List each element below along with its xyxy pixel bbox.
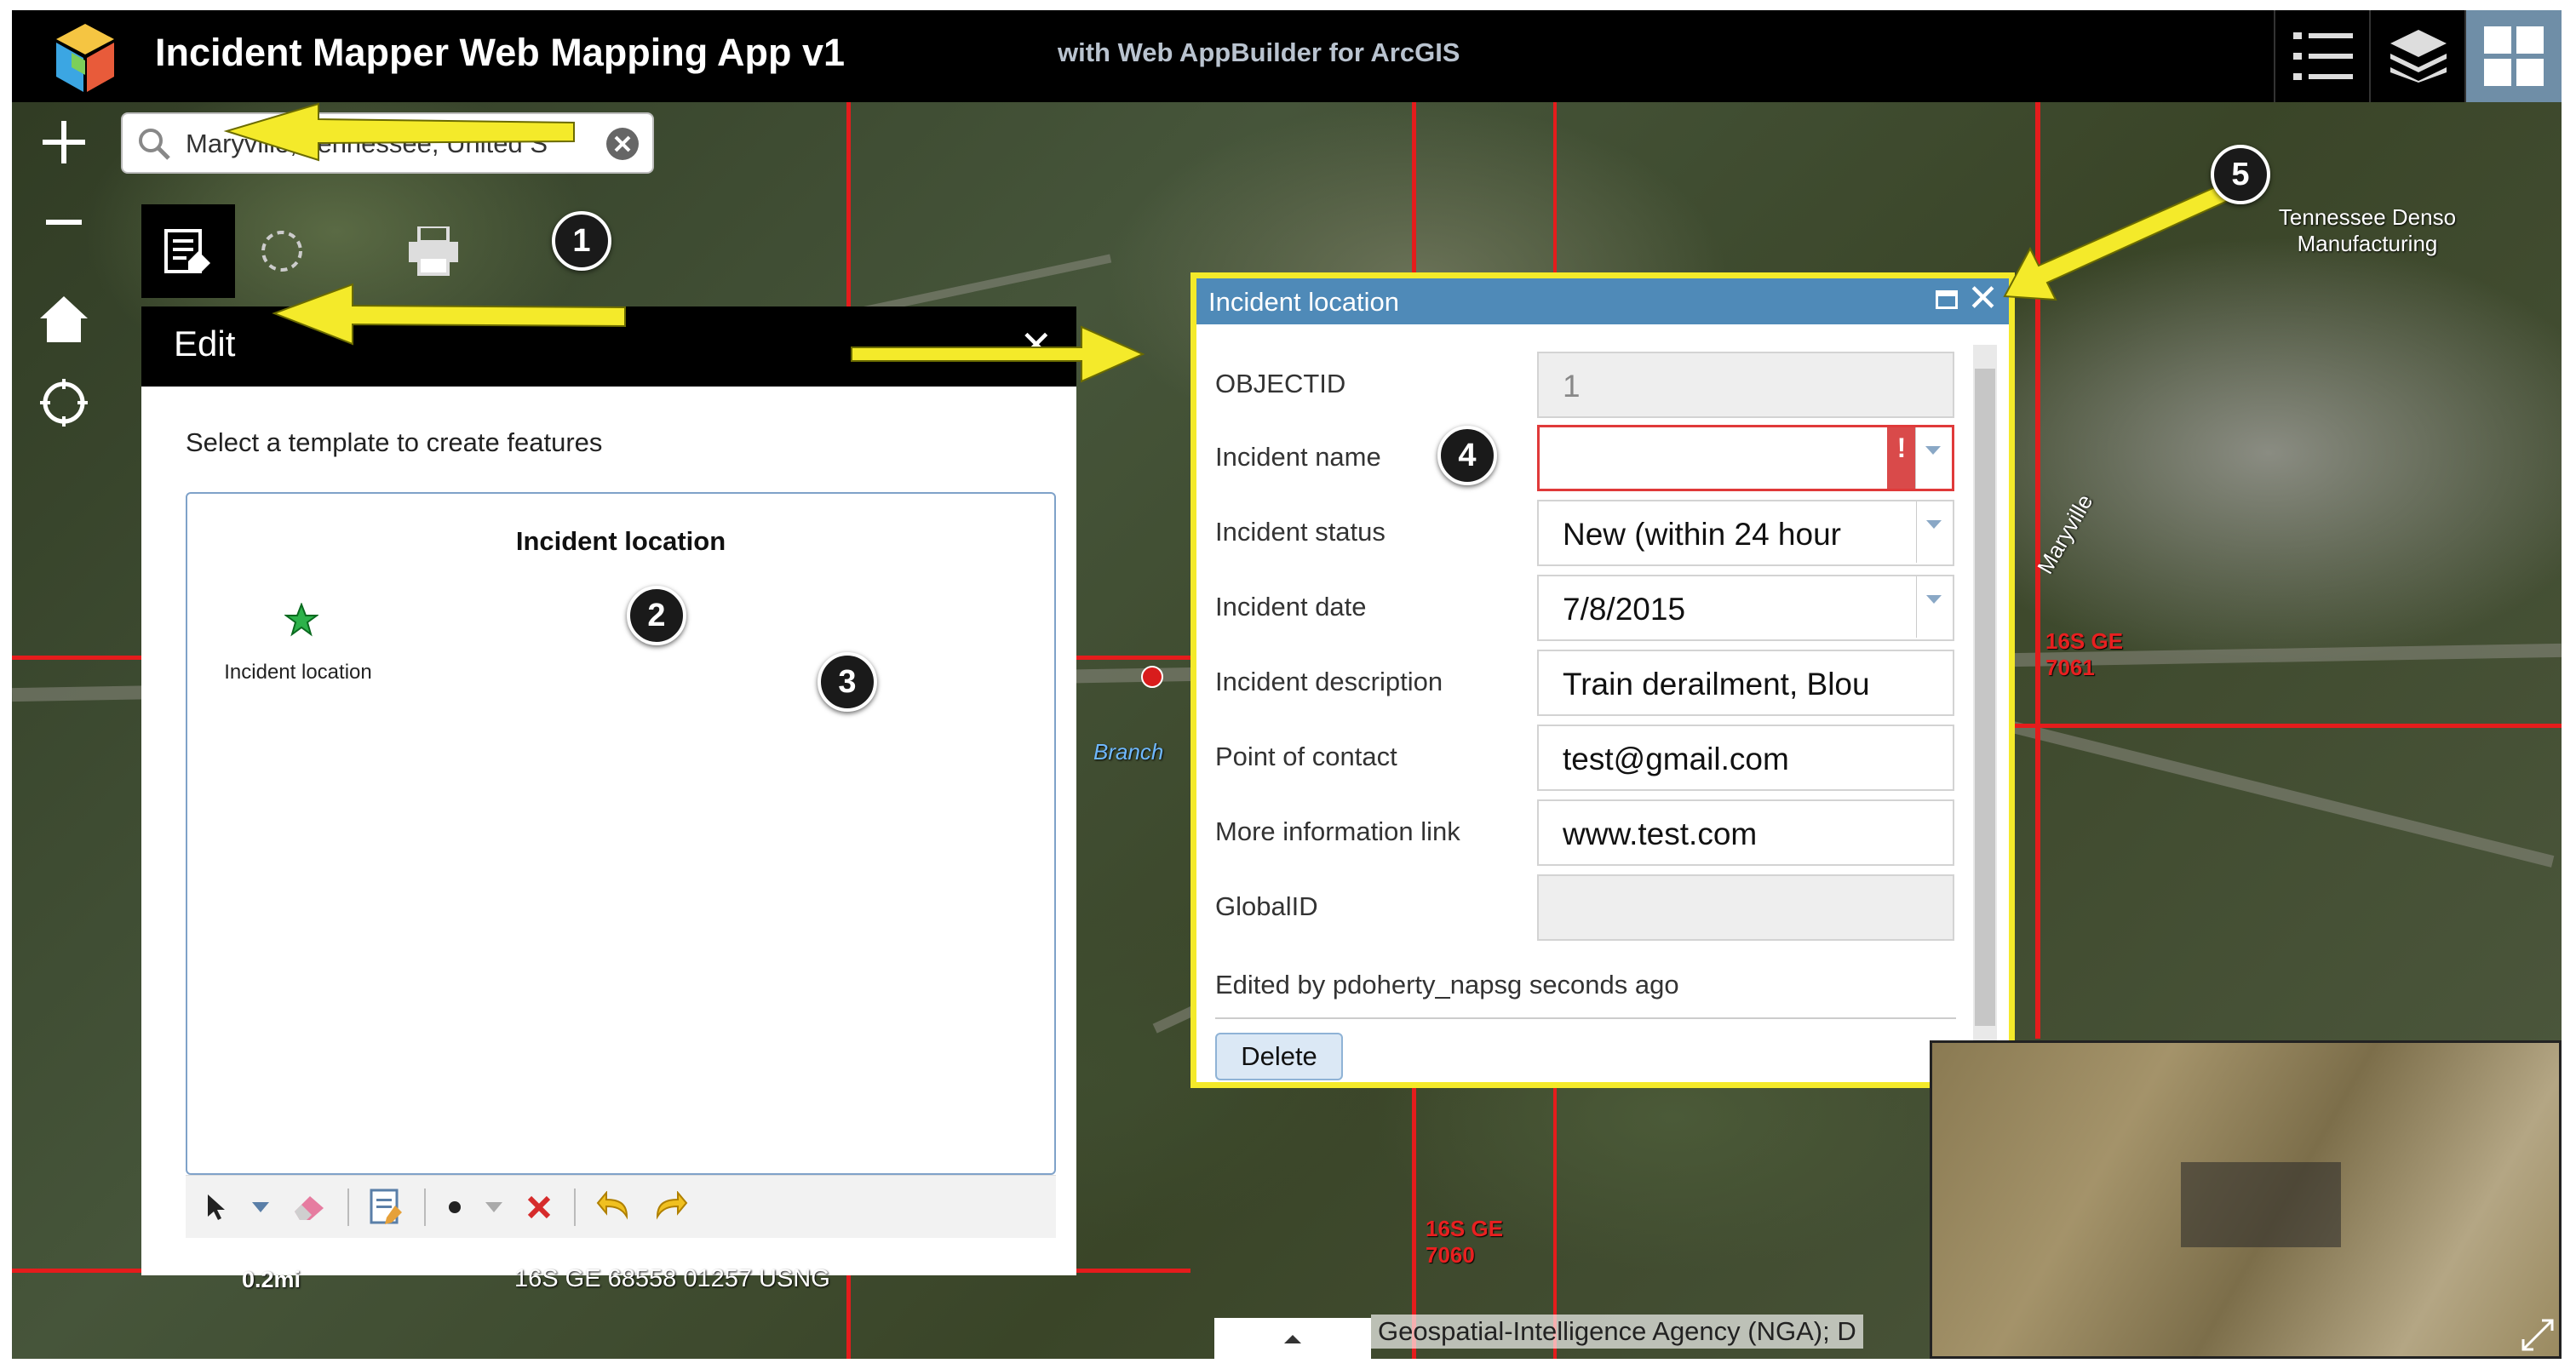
annotation-arrows [223, 102, 2233, 383]
callout-4: 4 [1437, 426, 1497, 485]
callout-5: 5 [2211, 145, 2270, 204]
callout-1: 1 [552, 211, 611, 271]
callout-3: 3 [818, 652, 877, 712]
app-frame: Tennessee Denso Manufacturing Maryville … [12, 10, 2562, 1359]
callout-2: 2 [627, 586, 686, 645]
